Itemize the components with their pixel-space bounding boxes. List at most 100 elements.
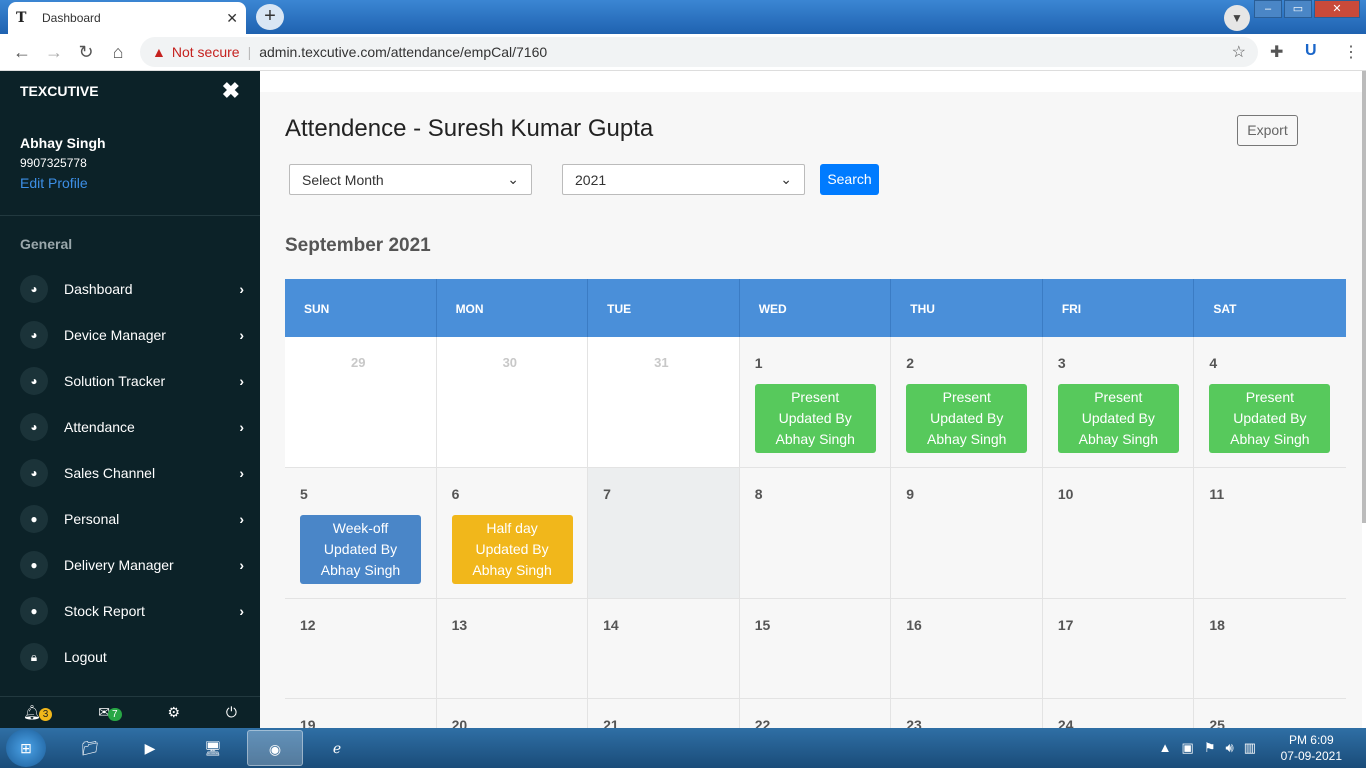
month-select[interactable]: Select Month ⌄ [289,164,532,195]
attendance-event-present[interactable]: Present Updated By Abhay Singh [1209,384,1331,453]
calendar-day-cell[interactable]: 9 [891,468,1043,599]
calendar-day-cell[interactable]: 21 [588,699,740,728]
browser-menu-icon[interactable]: ⋮ [1343,42,1359,62]
chevron-right-icon: › [239,281,244,297]
calendar-day-cell[interactable]: 6 Half day Updated By Abhay Singh [436,468,589,599]
calendar-day-cell[interactable]: 2 Present Updated By Abhay Singh [891,337,1043,468]
calendar-day-cell[interactable]: 4 Present Updated By Abhay Singh [1194,337,1346,468]
sidebar-item-sales-channel[interactable]: ◕ Sales Channel › [0,450,260,496]
day-number: 7 [603,486,611,502]
sidebar-item-delivery-manager[interactable]: ● Delivery Manager › [0,542,260,588]
calendar-day-cell[interactable]: 24 [1042,699,1195,728]
close-window-icon[interactable]: ✕ [1314,0,1360,18]
back-icon[interactable]: ← [6,42,38,63]
start-button-icon[interactable]: ⊞ [6,729,46,767]
calendar-day-cell[interactable]: 23 [891,699,1043,728]
tab-close-icon[interactable]: ✕ [226,10,238,27]
network-icon[interactable]: ▥ [1244,740,1256,756]
day-number: 31 [654,355,669,370]
day-number: 29 [351,355,366,370]
calendar-day-cell[interactable]: 8 [739,468,892,599]
calendar-day-cell[interactable]: 3 Present Updated By Abhay Singh [1042,337,1195,468]
sidebar-item-stock-report[interactable]: ● Stock Report › [0,588,260,634]
internet-explorer-icon[interactable]: ℯ [309,730,365,766]
new-tab-button[interactable]: + [256,4,284,30]
sidebar-item-personal[interactable]: ● Personal › [0,496,260,542]
settings-gear-icon[interactable]: ⚙ [167,704,180,721]
sidebar-item-attendance[interactable]: ◕ Attendance › [0,404,260,450]
calendar-day-cell[interactable]: 13 [436,599,589,699]
system-clock[interactable]: PM 6:09 07-09-2021 [1281,732,1342,764]
attendance-event-present[interactable]: Present Updated By Abhay Singh [906,384,1028,453]
attendance-event-present[interactable]: Present Updated By Abhay Singh [754,384,876,453]
sidebar-footer: 🔔︎ 3 ✉ 7 ⚙ ⏻ [0,696,260,728]
calendar-day-cell[interactable]: 18 [1194,599,1346,699]
day-number: 21 [603,717,619,728]
power-icon[interactable]: ⏻ [226,704,237,721]
clock-time: PM 6:09 [1288,733,1334,747]
close-sidebar-icon[interactable]: ✖ [222,78,240,104]
gauge-icon: ◕ [20,275,48,303]
day-number: 10 [1057,486,1074,502]
chrome-icon[interactable]: ◉ [247,730,303,766]
sidebar-item-label: Dashboard [64,281,133,297]
address-bar[interactable]: ▲ Not secure | admin.texcutive.com/atten… [140,37,1258,67]
browser-tab[interactable]: T Dashboard ✕ [8,2,246,34]
calendar-day-cell[interactable]: 20 [436,699,589,728]
show-hidden-icons-icon[interactable]: ▲ [1159,740,1172,756]
weekday-header: TUE [588,279,740,337]
sidebar-item-logout[interactable]: 🔒︎ Logout [0,634,260,680]
calendar-day-cell[interactable]: 14 [588,599,740,699]
edit-profile-link[interactable]: Edit Profile [20,175,240,191]
calendar-day-cell[interactable]: 29 [285,337,437,468]
calendar-day-cell-today[interactable]: 7 [588,468,740,599]
extension-u-icon[interactable]: U [1305,42,1317,60]
bookmark-star-icon[interactable]: ☆ [1232,42,1246,62]
calendar-day-cell[interactable]: 10 [1042,468,1195,599]
attendance-event-weekoff[interactable]: Week-off Updated By Abhay Singh [300,515,421,584]
search-button[interactable]: Search [820,164,879,195]
sidebar-item-dashboard[interactable]: ◕ Dashboard › [0,266,260,312]
minimize-icon[interactable]: – [1254,0,1282,18]
forward-icon[interactable]: → [38,42,70,63]
file-explorer-icon[interactable]: 📁︎ [62,730,118,766]
maximize-icon[interactable]: ▭ [1284,0,1312,18]
calendar-day-cell[interactable]: 11 [1194,468,1346,599]
page-scrollbar[interactable] [1362,71,1366,523]
export-button[interactable]: Export [1237,115,1298,146]
media-player-icon[interactable]: ▶ [122,730,178,766]
calendar-day-cell[interactable]: 25 [1194,699,1346,728]
year-select[interactable]: 2021 ⌄ [562,164,805,195]
calendar-day-cell[interactable]: 19 [285,699,437,728]
reload-icon[interactable]: ↻ [70,42,102,63]
sidebar-item-solution-tracker[interactable]: ◕ Solution Tracker › [0,358,260,404]
sidebar-item-label: Stock Report [64,603,145,619]
calendar-day-cell[interactable]: 31 [588,337,740,468]
home-icon[interactable]: ⌂ [102,42,134,63]
calendar-day-cell[interactable]: 17 [1042,599,1195,699]
notifications-button[interactable]: 🔔︎ 3 [23,704,53,721]
calendar-day-cell[interactable]: 16 [891,599,1043,699]
messages-button[interactable]: ✉ 7 [98,704,122,721]
calendar-day-cell[interactable]: 12 [285,599,437,699]
app-tray-icon[interactable]: ▣ [1182,740,1194,756]
sidebar-item-device-manager[interactable]: ◕ Device Manager › [0,312,260,358]
not-secure-label[interactable]: Not secure [172,44,240,60]
calendar-day-cell[interactable]: 5 Week-off Updated By Abhay Singh [285,468,437,599]
calendar-day-cell[interactable]: 1 Present Updated By Abhay Singh [739,337,892,468]
attendance-event-halfday[interactable]: Half day Updated By Abhay Singh [451,515,573,584]
extensions-icon[interactable]: ✚ [1270,42,1283,62]
gauge-icon: ◕ [20,413,48,441]
calendar-day-cell[interactable]: 30 [436,337,589,468]
calendar-day-cell[interactable]: 22 [739,699,892,728]
flag-icon[interactable]: ⚑ [1204,740,1216,756]
attendance-event-present[interactable]: Present Updated By Abhay Singh [1057,384,1179,453]
event-updated-by: Updated By [1081,410,1155,426]
chevron-down-icon[interactable]: ▼ [1224,5,1250,31]
remote-desktop-icon[interactable]: 🖥︎ [185,730,241,766]
chevron-right-icon: › [239,373,244,389]
year-select-value: 2021 [575,171,607,188]
url-text[interactable]: admin.texcutive.com/attendance/empCal/71… [259,44,547,60]
volume-icon[interactable]: 🔊︎ [1226,740,1234,756]
calendar-day-cell[interactable]: 15 [739,599,892,699]
